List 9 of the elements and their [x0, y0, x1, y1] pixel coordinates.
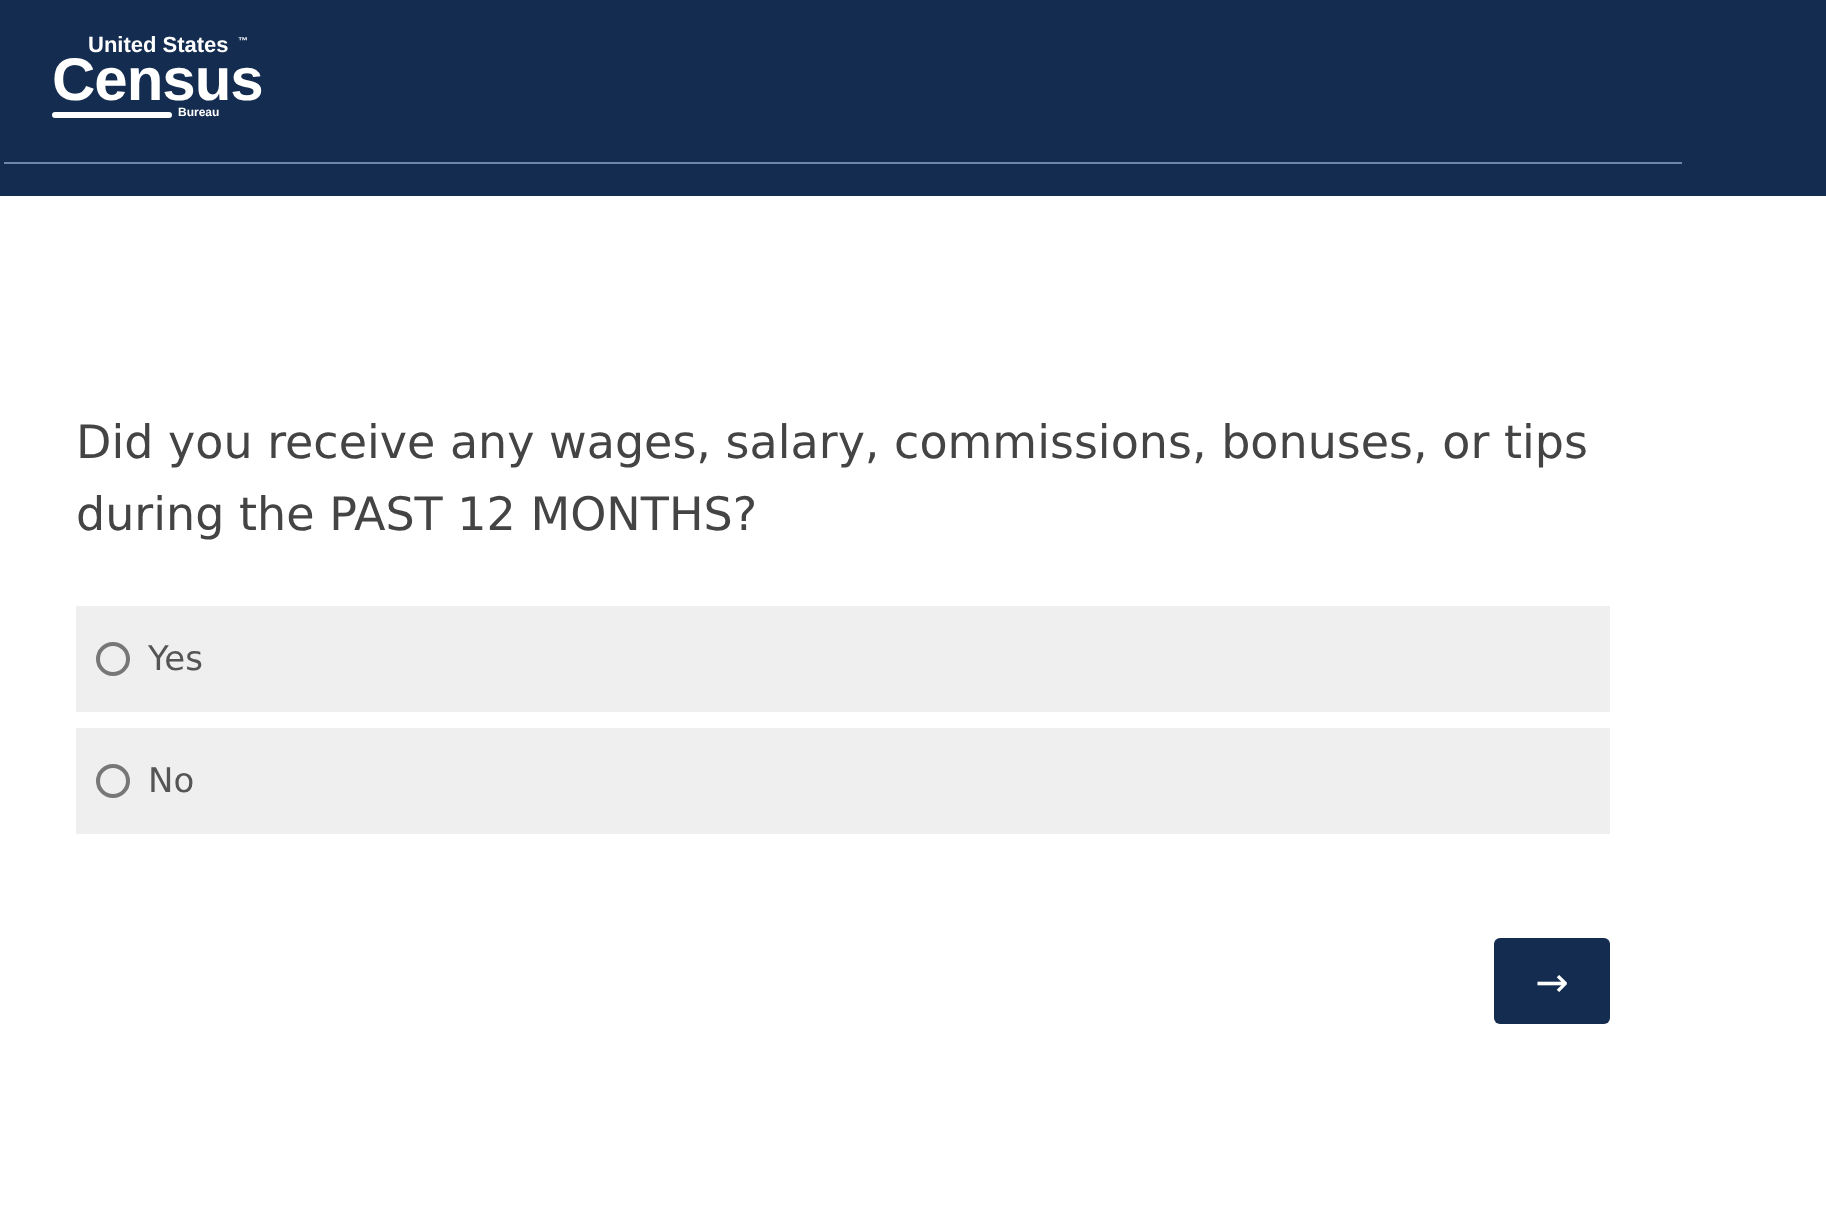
logo-wordmark: Census: [52, 58, 263, 106]
radio-icon: [96, 764, 130, 798]
question-text: Did you receive any wages, salary, commissions, bonuses, or tips during the PAST 12 MONTHS?: [76, 416, 1590, 546]
radio-option[interactable]: No: [76, 728, 1610, 834]
logo-bar: [52, 111, 172, 117]
radio-icon: [96, 642, 130, 676]
logo-text: United States: [88, 36, 229, 58]
radio-option[interactable]: Yes: [76, 606, 1610, 712]
next-button[interactable]: →: [1494, 938, 1610, 1024]
